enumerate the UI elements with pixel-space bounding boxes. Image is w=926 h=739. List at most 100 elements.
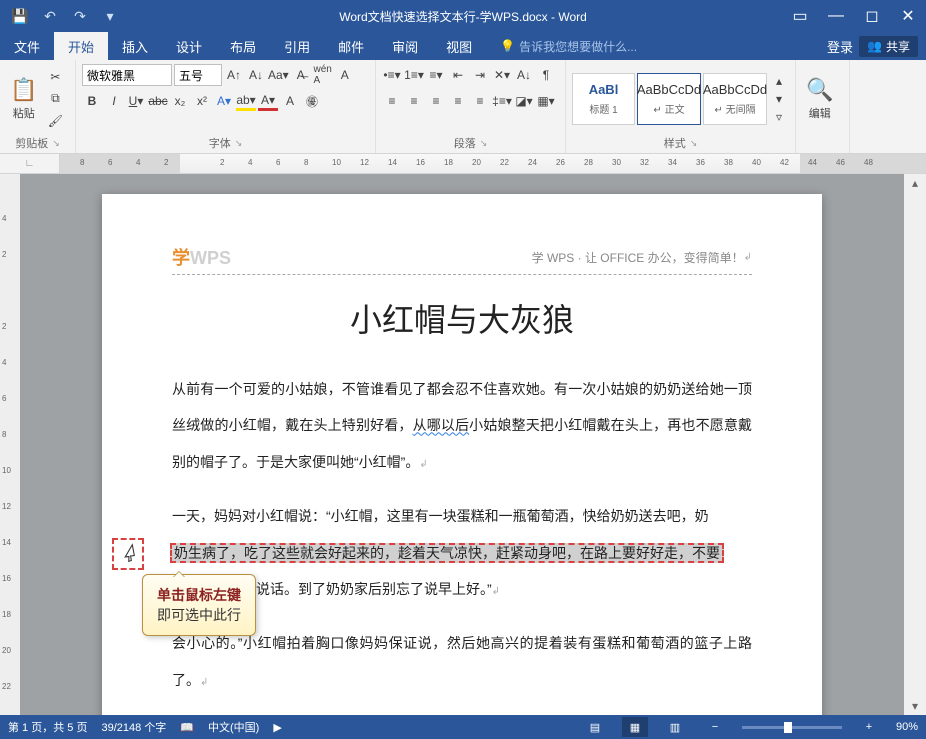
tab-layout[interactable]: 布局 xyxy=(216,32,270,60)
group-clipboard: 📋粘贴 ✂ ⧉ 🖌 剪贴板↘ xyxy=(0,60,76,153)
style-normal[interactable]: AaBbCcDd↵ 正文 xyxy=(637,73,701,125)
tab-review[interactable]: 审阅 xyxy=(378,32,432,60)
align-left-icon[interactable]: ≡ xyxy=(382,91,402,111)
tell-me[interactable]: 💡 告诉我您想要做什么... xyxy=(486,32,651,60)
italic-icon[interactable]: I xyxy=(104,91,124,111)
clear-format-icon[interactable]: A̶ xyxy=(291,65,311,85)
font-dialog-icon[interactable]: ↘ xyxy=(235,138,243,149)
paste-label: 粘贴 xyxy=(13,105,35,121)
font-color-icon[interactable]: A▾ xyxy=(258,91,278,111)
vertical-scrollbar[interactable]: ▴ ▾ xyxy=(904,174,926,715)
work-area: 42246810121416182022 学WPS 学 WPS · 让 OFFI… xyxy=(0,174,926,715)
indent-dec-icon[interactable]: ⇤ xyxy=(448,65,468,85)
grow-font-icon[interactable]: A↑ xyxy=(224,65,244,85)
horizontal-ruler[interactable]: 8642246810121416182022242628303234363840… xyxy=(60,154,926,173)
paragraph-2: 一天，妈妈对小红帽说：“小红帽，这里有一块蛋糕和一瓶葡萄酒，快给奶奶送去吧，奶 … xyxy=(172,498,752,607)
change-case-icon[interactable]: Aa▾ xyxy=(268,65,289,85)
view-web-icon[interactable]: ▥ xyxy=(662,717,688,737)
tab-mailings[interactable]: 邮件 xyxy=(324,32,378,60)
scroll-down-icon[interactable]: ▾ xyxy=(904,697,926,715)
status-words[interactable]: 39/2148 个字 xyxy=(101,719,166,735)
styles-dialog-icon[interactable]: ↘ xyxy=(690,138,698,149)
redo-icon[interactable]: ↷ xyxy=(66,4,94,28)
font-size-input[interactable] xyxy=(174,64,222,86)
status-page[interactable]: 第 1 页，共 5 页 xyxy=(8,719,87,735)
tab-home[interactable]: 开始 xyxy=(54,32,108,60)
clipboard-dialog-icon[interactable]: ↘ xyxy=(52,138,60,149)
style-nospacing[interactable]: AaBbCcDd↵ 无间隔 xyxy=(703,73,767,125)
justify-icon[interactable]: ≡ xyxy=(448,91,468,111)
shrink-font-icon[interactable]: A↓ xyxy=(246,65,266,85)
paragraph-1: 从前有一个可爱的小姑娘，不管谁看见了都会忍不住喜欢她。有一次小姑娘的奶奶送给她一… xyxy=(172,371,752,480)
zoom-out-icon[interactable]: − xyxy=(702,717,728,737)
zoom-slider[interactable] xyxy=(742,726,842,729)
minimize-icon[interactable]: — xyxy=(818,0,854,32)
superscript-icon[interactable]: x² xyxy=(192,91,212,111)
show-marks-icon[interactable]: ¶ xyxy=(536,65,556,85)
ribbon-options-icon[interactable]: ▭ xyxy=(782,0,818,32)
view-print-icon[interactable]: ▦ xyxy=(622,717,648,737)
vertical-ruler[interactable]: 42246810121416182022 xyxy=(0,174,20,715)
page-header: 学WPS 学 WPS · 让 OFFICE 办公，变得简单！↲ xyxy=(172,244,752,275)
status-lang[interactable]: 中文(中国) xyxy=(208,719,259,735)
sort-icon[interactable]: A↓ xyxy=(514,65,534,85)
share-button[interactable]: 👥 共享 xyxy=(859,36,918,57)
bold-icon[interactable]: B xyxy=(82,91,102,111)
save-icon[interactable]: 💾 xyxy=(6,4,34,28)
align-right-icon[interactable]: ≡ xyxy=(426,91,446,111)
font-family-input[interactable] xyxy=(82,64,172,86)
line-spacing-icon[interactable]: ‡≡▾ xyxy=(492,91,512,111)
tab-insert[interactable]: 插入 xyxy=(108,32,162,60)
document-scroll[interactable]: 学WPS 学 WPS · 让 OFFICE 办公，变得简单！↲ 小红帽与大灰狼 … xyxy=(20,174,904,715)
page[interactable]: 学WPS 学 WPS · 让 OFFICE 办公，变得简单！↲ 小红帽与大灰狼 … xyxy=(102,194,822,715)
borders-icon[interactable]: ▦▾ xyxy=(536,91,556,111)
ruler-corner[interactable]: ∟ xyxy=(0,154,60,173)
enclose-char-icon[interactable]: ㊝ xyxy=(302,91,322,111)
cut-icon[interactable]: ✂ xyxy=(45,67,65,87)
scroll-up-icon[interactable]: ▴ xyxy=(904,174,926,192)
bullets-icon[interactable]: •≡▾ xyxy=(382,65,402,85)
indent-inc-icon[interactable]: ⇥ xyxy=(470,65,490,85)
numbering-icon[interactable]: 1≡▾ xyxy=(404,65,424,85)
tab-references[interactable]: 引用 xyxy=(270,32,324,60)
underline-icon[interactable]: U▾ xyxy=(126,91,146,111)
char-border-icon[interactable]: A xyxy=(335,65,355,85)
styles-more-icon[interactable]: ▿ xyxy=(769,109,789,125)
undo-icon[interactable]: ↶ xyxy=(36,4,64,28)
styles-down-icon[interactable]: ▾ xyxy=(769,91,789,107)
qat-more-icon[interactable]: ▾ xyxy=(96,4,124,28)
ribbon: 📋粘贴 ✂ ⧉ 🖌 剪贴板↘ A↑ A↓ Aa▾ A̶ wénA A B xyxy=(0,60,926,154)
status-zoom[interactable]: 90% xyxy=(896,721,918,733)
login-link[interactable]: 登录 xyxy=(827,37,853,56)
zoom-knob[interactable] xyxy=(784,722,792,733)
asian-layout-icon[interactable]: ✕▾ xyxy=(492,65,512,85)
maximize-icon[interactable]: ◻ xyxy=(854,0,890,32)
tab-file[interactable]: 文件 xyxy=(0,32,54,60)
char-shading-icon[interactable]: A xyxy=(280,91,300,111)
phonetic-guide-icon[interactable]: wénA xyxy=(313,65,333,85)
paragraph-dialog-icon[interactable]: ↘ xyxy=(480,138,488,149)
subscript-icon[interactable]: x₂ xyxy=(170,91,190,111)
selected-line: 奶生病了，吃了这些就会好起来的，趁着天气凉快，赶紧动身吧，在路上要好好走，不要 xyxy=(170,543,724,563)
status-proof-icon[interactable]: 📖 xyxy=(180,721,194,734)
tab-view[interactable]: 视图 xyxy=(432,32,486,60)
close-icon[interactable]: ✕ xyxy=(890,0,926,32)
highlight-icon[interactable]: ab▾ xyxy=(236,91,256,111)
shading-icon[interactable]: ◪▾ xyxy=(514,91,534,111)
copy-icon[interactable]: ⧉ xyxy=(45,89,65,109)
styles-up-icon[interactable]: ▴ xyxy=(769,73,789,89)
text-effects-icon[interactable]: A▾ xyxy=(214,91,234,111)
strike-icon[interactable]: abc xyxy=(148,91,168,111)
align-center-icon[interactable]: ≡ xyxy=(404,91,424,111)
find-button[interactable]: 🔍编辑 xyxy=(802,75,837,123)
status-macro-icon[interactable]: ▶ xyxy=(273,721,281,734)
view-read-icon[interactable]: ▤ xyxy=(582,717,608,737)
tab-design[interactable]: 设计 xyxy=(162,32,216,60)
zoom-in-icon[interactable]: + xyxy=(856,717,882,737)
multilevel-icon[interactable]: ≡▾ xyxy=(426,65,446,85)
style-heading1[interactable]: AaBl标题 1 xyxy=(572,73,635,125)
paste-button[interactable]: 📋粘贴 xyxy=(6,75,41,123)
distribute-icon[interactable]: ≡ xyxy=(470,91,490,111)
selection-margin-indicator[interactable] xyxy=(112,538,144,570)
format-painter-icon[interactable]: 🖌 xyxy=(45,111,65,131)
